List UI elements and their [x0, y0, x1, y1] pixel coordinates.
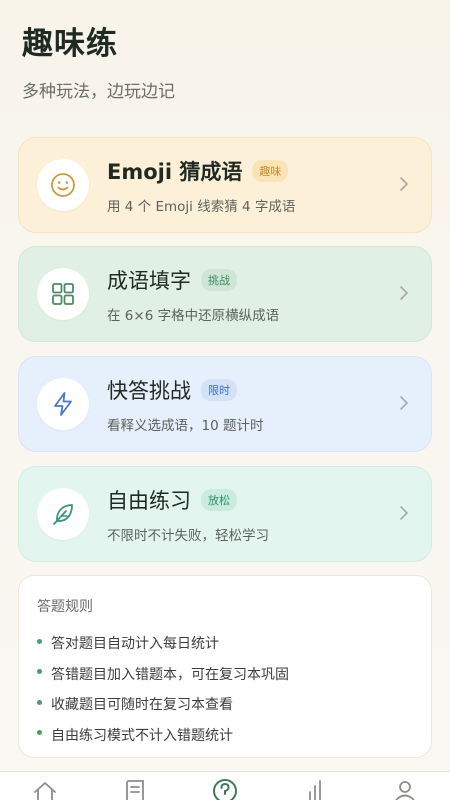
page-title: 趣味练	[22, 26, 118, 62]
bottom-navigation	[0, 771, 450, 800]
rule-text: 答对题目自动计入每日统计	[51, 636, 219, 653]
rules-title: 答题规则	[37, 599, 93, 615]
list-item: 答错题目加入错题本，可在复习本巩固	[37, 659, 413, 690]
header: 趣味练 多种玩法，边玩边记	[22, 18, 175, 102]
mode-description: 用 4 个 Emoji 线索猜 4 字成语	[107, 198, 296, 215]
mode-description: 不限时不计失败，轻松学习	[107, 527, 269, 544]
mode-card-quick[interactable]: 快答挑战 限时 看释义选成语，10 题计时	[18, 356, 432, 452]
rules-list: 答对题目自动计入每日统计 答错题目加入错题本，可在复习本巩固 收藏题目可随时在复…	[37, 628, 413, 750]
stats-icon[interactable]	[295, 780, 335, 800]
mode-title: 快答挑战	[107, 378, 191, 403]
list-item: 收藏题目可随时在复习本查看	[37, 689, 413, 720]
bullet	[37, 669, 42, 675]
lightning-icon	[37, 378, 89, 430]
mode-title: Emoji 猜成语	[107, 159, 243, 184]
rule-text: 自由练习模式不计入错题统计	[51, 727, 233, 744]
smiley-icon	[37, 159, 89, 211]
feather-icon	[37, 488, 89, 540]
rule-text: 收藏题目可随时在复习本查看	[51, 697, 233, 714]
chevron-right-icon	[399, 395, 409, 415]
mode-badge: 挑战	[201, 268, 237, 291]
chevron-right-icon	[399, 176, 409, 196]
mode-badge: 放松	[201, 488, 237, 511]
mode-card-crossword[interactable]: 成语填字 挑战 在 6×6 字格中还原横纵成语	[18, 246, 432, 342]
mode-title: 自由练习	[107, 488, 191, 513]
bullet	[37, 699, 42, 705]
mode-title: 成语填字	[107, 268, 191, 293]
profile-icon[interactable]	[385, 780, 425, 800]
quiz-icon[interactable]	[205, 778, 245, 800]
rule-text: 答错题目加入错题本，可在复习本巩固	[51, 666, 289, 683]
mode-card-free[interactable]: 自由练习 放松 不限时不计失败，轻松学习	[18, 466, 432, 562]
bullet	[37, 730, 42, 736]
mode-card-emoji[interactable]: Emoji 猜成语 趣味 用 4 个 Emoji 线索猜 4 字成语	[18, 137, 432, 233]
mode-badge: 限时	[201, 378, 237, 401]
mode-description: 看释义选成语，10 题计时	[107, 417, 264, 434]
chevron-right-icon	[399, 505, 409, 525]
chevron-right-icon	[399, 285, 409, 305]
list-item: 自由练习模式不计入错题统计	[37, 720, 413, 751]
bullet	[37, 638, 42, 644]
list-item: 答对题目自动计入每日统计	[37, 628, 413, 659]
page-subtitle: 多种玩法，边玩边记	[22, 82, 175, 102]
notebook-icon[interactable]	[115, 780, 155, 800]
rules-panel: 答题规则 答对题目自动计入每日统计 答错题目加入错题本，可在复习本巩固 收藏题目…	[18, 575, 432, 758]
grid-icon	[37, 268, 89, 320]
mode-description: 在 6×6 字格中还原横纵成语	[107, 307, 280, 324]
home-icon[interactable]	[25, 780, 65, 800]
mode-badge: 趣味	[252, 159, 289, 182]
